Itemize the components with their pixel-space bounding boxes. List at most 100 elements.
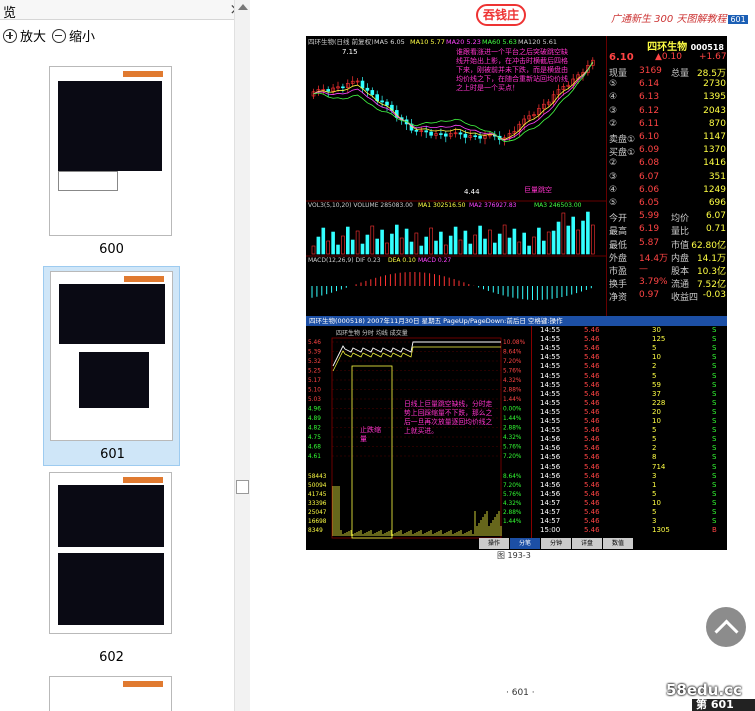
price-axis-label: 5.17 [308,378,321,384]
macd-label: MACD(12,26,9) DIF 0.23 [308,257,381,264]
volume-bar [360,243,365,255]
volume-pct-label: 2.88% [503,510,522,516]
tick-row: 14:55 5.46 10 S [540,417,717,425]
candle-body [341,86,345,89]
volume-bar [331,231,335,255]
scroll-up-arrow-icon[interactable] [238,4,248,10]
intraday-window: 四环生物(000518) 2007年11月30日 星期五 PageUp/Page… [306,316,727,550]
scrollbar[interactable] [234,0,250,711]
tick-row: 14:56 5.46 2 S [540,444,717,453]
quote-row: ③ 6.07 351 [609,171,726,182]
price-axis-label: 4.89 [308,416,321,422]
volume-bar [576,229,580,255]
gap-annotation: 巨量跳空 [524,185,552,194]
candle-body [429,131,433,136]
stock-screenshot: 四环生物(日线 前复权) MA5 6.05 MA10 5.77 MA20 5.2… [306,36,727,550]
panel-header: 览 × [0,0,250,21]
tick-row: 14:56 5.46 1 S [540,480,717,489]
volume-axis-label: 33396 [308,501,327,507]
pct-axis-label: 5.76% [503,369,522,375]
intraday-tab[interactable]: 操作 [479,538,509,549]
annotation-top: 谁跟看涨进一个平台之后突破跳空缺线开始出上影，在冲击时横截后四格下来，刚被前并未… [456,48,568,92]
candle-body [360,80,365,89]
volume-bar [458,239,463,255]
tick-row: 14:56 5.46 714 S [540,462,717,471]
candle-body [463,133,468,138]
volume-bar [350,239,355,255]
tick-row: 14:57 5.46 10 S [540,498,717,507]
volume-bar [551,230,556,255]
tick-row: 14:56 5.46 5 S [540,489,717,498]
tick-row: 14:56 5.46 3 S [540,471,717,480]
quote-row: 市盈 — 股本 10.3亿 [609,264,726,277]
volume-bar [497,233,502,255]
tick-list[interactable]: 14:55 5.46 30 S 14:55 5.46 125 S 14:55 5.46 5 S 14:5… [531,326,727,540]
thumbnail-602[interactable]: 602 [43,472,180,672]
price-axis-label: 4.68 [308,445,321,451]
intraday-tab[interactable]: 数值 [603,538,633,549]
volume-bar [453,226,458,255]
volume-bar [341,235,345,255]
tick-row: 14:55 5.46 2 S [540,362,717,371]
quote-row: ⑤ 6.05 696 [609,198,726,208]
intraday-annotation: 日线上巨量跳空缺线，分时走势上回踩缩量不下跌，那么之后一旦再次放量逐回均价线之上… [404,400,492,435]
tick-row: 14:57 5.46 5 S [540,508,717,516]
thumbnail-601[interactable]: 601 [43,266,180,466]
volume-bar [561,212,566,255]
intraday-chart: 四环生物 分时 均线 成交量 5.46 10.08% 5.39 8.64% 5.32 7.… [308,329,526,539]
scroll-to-top-button[interactable] [706,607,746,647]
volume-bar [434,240,438,255]
volume-bar [375,238,379,255]
ma10-label: MA10 5.77 [410,38,445,46]
intraday-tab[interactable]: 分笔 [510,538,540,549]
quote-row: 外盘 14.4万 内盘 14.1万 [609,253,726,264]
price-axis-label: 4.61 [308,454,321,460]
zoom-in-label: 放大 [20,30,47,45]
volume-axis-label: 41745 [308,492,327,498]
volume-pct-label: 4.32% [503,501,522,507]
tick-row: 14:57 5.46 3 S [540,517,717,526]
volume-bar [527,245,531,255]
quote-title: 四环生物 000518 [647,42,724,53]
thumbnail-panel: 览 × 放大 缩小 600 [0,0,250,711]
volume-bar [507,237,512,255]
volume-bar [355,230,360,255]
scrollbar-thumb[interactable] [236,480,249,494]
volume-bar [345,226,350,255]
volume-bar [581,220,585,255]
thumbnail-603[interactable] [43,676,180,711]
volume-bar [546,231,551,255]
volume-bar [444,244,448,255]
volume-bar [463,230,468,255]
zoom-in-button[interactable]: 放大 [3,26,46,45]
pct-axis-label: 7.20% [503,454,522,460]
pdf-reader: 览 × 放大 缩小 600 [0,0,755,711]
pct-axis-label: 7.20% [503,359,522,365]
volume-bar [478,225,482,255]
daily-chart: 四环生物(日线 前复权) MA5 6.05 MA10 5.77 MA20 5.2… [306,37,606,300]
quote-panel: 四环生物 000518 6.10 ▲0.10 +1.67 现量 3169 总量 28.… [606,36,727,316]
volume-annotation: 止跌缩量 [360,426,381,443]
price-axis-label: 4.75 [308,435,321,441]
thumbnail-page [49,66,172,236]
volume-bar [537,227,541,255]
candle-body [458,132,463,135]
thumbnail-600[interactable]: 600 [43,60,180,268]
quote-row: ⑤ 6.14 2730 [609,79,726,90]
zoom-out-button[interactable]: 缩小 [52,26,95,45]
volume-pct-label: 7.20% [503,483,522,489]
volume-bar [522,232,526,255]
intraday-tab[interactable]: 详盘 [572,538,602,549]
intraday-tab[interactable]: 分钟 [541,538,571,549]
macd-dea-label: DEA 0.10 [388,257,416,264]
page-header: 广通新生 300 天图解教程 601 [611,10,748,25]
pct-axis-label: 4.32% [503,378,522,384]
volume-bar [493,242,497,255]
thumbnail-page [50,271,173,441]
low-label: 4.44 [464,188,480,196]
thumbnail-page [49,676,172,711]
quote-row: 最高 6.19 量比 0.71 [609,224,726,238]
price-axis-label: 5.10 [308,388,321,394]
thumbnail-label: 602 [99,650,124,665]
volume-bar [395,224,399,255]
